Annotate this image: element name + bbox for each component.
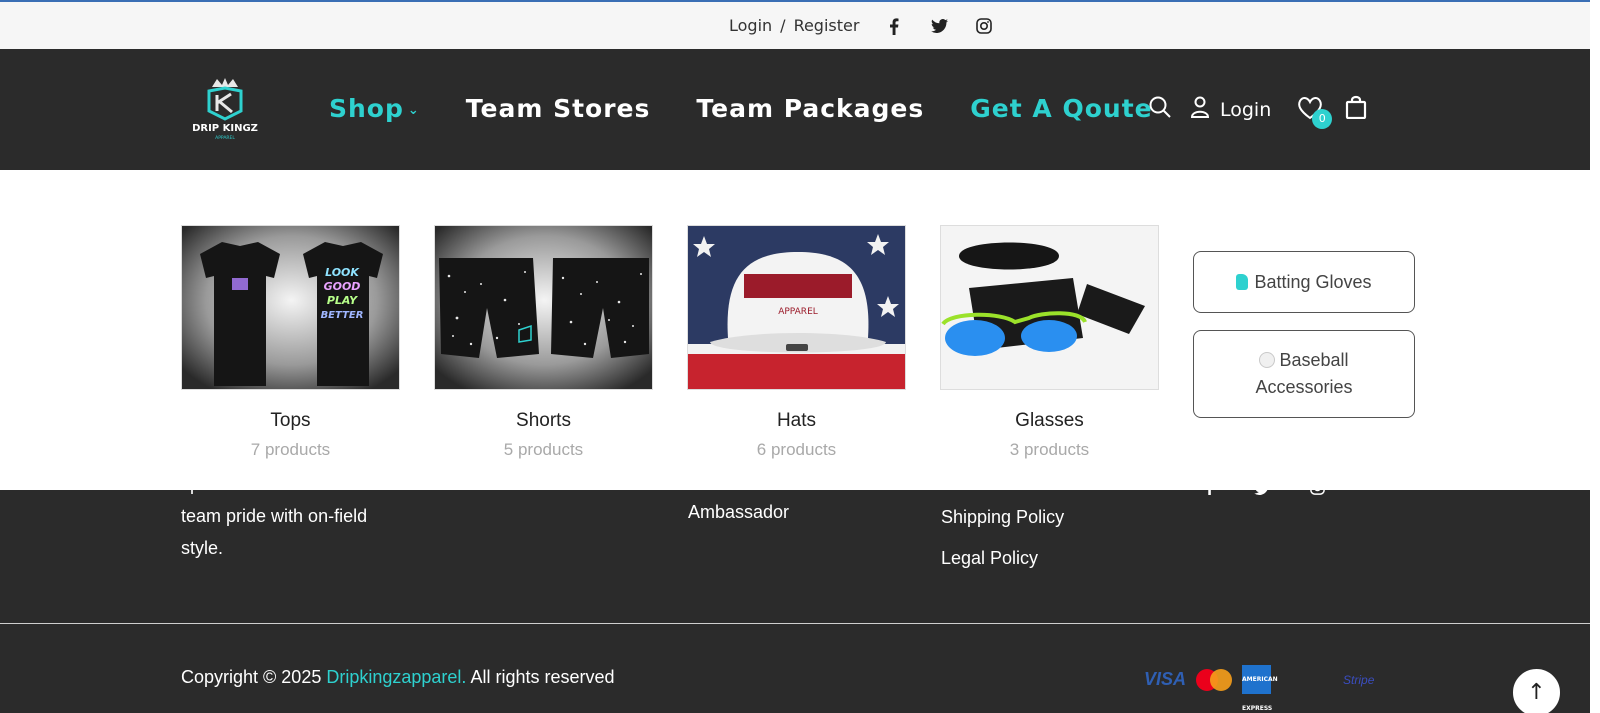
page-scrollbar[interactable] xyxy=(1590,0,1600,713)
footer-link-shipping-policy[interactable]: Shipping Policy xyxy=(941,501,1064,533)
nav-team-packages[interactable]: Team Packages xyxy=(696,94,924,123)
auth-separator: / xyxy=(780,16,786,35)
nav-shop-label: Shop xyxy=(329,94,404,123)
category-image-tops[interactable]: LOOK GOOD PLAY BETTER xyxy=(181,225,400,390)
footer-about-line: style. xyxy=(181,538,224,558)
category-card-glasses[interactable]: Glasses 3 products xyxy=(940,225,1159,460)
glove-icon xyxy=(1236,273,1249,290)
instagram-icon[interactable] xyxy=(974,16,994,36)
tshirt-print-line: BETTER xyxy=(321,310,364,321)
header-login[interactable]: Login xyxy=(1190,96,1271,123)
baseball-accessories-link[interactable]: Baseball Accessories xyxy=(1193,330,1415,418)
category-card-shorts[interactable]: Shorts 5 products xyxy=(434,225,653,460)
visa-icon: VISA xyxy=(1144,669,1187,689)
header-login-label: Login xyxy=(1220,98,1272,121)
baseball-icon xyxy=(1259,352,1276,368)
main-header: DRIP KINGZ APPAREL Shop ⌄ Team Stores Tea… xyxy=(0,49,1600,171)
batting-gloves-link[interactable]: Batting Gloves xyxy=(1193,251,1415,313)
hat-print-text: APPAREL xyxy=(778,307,818,317)
footer-divider xyxy=(0,623,1600,624)
copyright-prefix: Copyright © 2025 xyxy=(181,667,322,687)
wishlist-count-badge: 0 xyxy=(1312,108,1333,129)
facebook-icon[interactable] xyxy=(884,16,904,36)
nav-shop[interactable]: Shop ⌄ xyxy=(329,94,420,123)
category-name[interactable]: Hats xyxy=(687,410,906,432)
main-nav: Shop ⌄ Team Stores Team Packages Get A Qo… xyxy=(329,94,1153,123)
register-link[interactable]: Register xyxy=(794,16,860,35)
category-name[interactable]: Glasses xyxy=(940,410,1159,432)
footer-link-ambassador[interactable]: Ambassador xyxy=(688,496,789,528)
category-count: 7 products xyxy=(250,440,331,459)
copyright-suffix: All rights reserved xyxy=(470,667,615,687)
logo-subtext: APPAREL xyxy=(215,135,235,141)
twitter-icon[interactable] xyxy=(929,16,949,36)
tshirt-print-line: PLAY xyxy=(327,294,358,307)
tshirt-print-line: GOOD xyxy=(324,280,361,293)
copyright-brand-link[interactable]: Dripkingzapparel. xyxy=(326,667,466,687)
top-bar: Login / Register xyxy=(0,0,1600,49)
wishlist-button[interactable]: 0 xyxy=(1297,96,1333,129)
arrow-up-icon: ↑ xyxy=(1527,680,1546,705)
scroll-to-top-button[interactable]: ↑ xyxy=(1511,667,1562,713)
category-image-hats[interactable]: APPAREL xyxy=(687,225,906,390)
brand-logo[interactable]: DRIP KINGZ APPAREL xyxy=(186,77,264,147)
category-card-hats[interactable]: APPAREL Hats 6 products xyxy=(687,225,906,460)
login-link[interactable]: Login xyxy=(729,16,772,35)
stripe-icon: Stripe xyxy=(1343,672,1375,687)
user-icon xyxy=(1190,96,1210,123)
tshirt-print-line: LOOK xyxy=(325,266,360,279)
category-image-glasses[interactable] xyxy=(940,225,1159,390)
logo-text: DRIP KINGZ xyxy=(192,123,258,134)
category-image-shorts[interactable] xyxy=(434,225,653,390)
amex-icon: AMERICAN EXPRESS xyxy=(1242,665,1278,712)
category-name[interactable]: Shorts xyxy=(434,410,653,432)
category-card-tops[interactable]: LOOK GOOD PLAY BETTER Tops 7 products xyxy=(181,225,400,460)
header-actions: Login 0 xyxy=(1148,95,1367,129)
category-count: 5 products xyxy=(503,440,584,459)
footer-copyright: Copyright © 2025 Dripkingzapparel. All r… xyxy=(181,667,615,688)
category-name[interactable]: Tops xyxy=(181,410,400,432)
chevron-down-icon: ⌄ xyxy=(407,102,420,118)
search-icon[interactable] xyxy=(1148,95,1172,124)
footer-about-line: team pride with on-field xyxy=(181,506,368,526)
nav-team-stores[interactable]: Team Stores xyxy=(466,94,651,123)
shop-mega-menu: LOOK GOOD PLAY BETTER Tops 7 products Sh… xyxy=(0,170,1600,490)
auth-links: Login / Register xyxy=(729,16,859,35)
batting-gloves-label: Batting Gloves xyxy=(1254,271,1372,292)
cart-bag-icon[interactable] xyxy=(1345,95,1367,124)
footer-link-legal-policy[interactable]: Legal Policy xyxy=(941,542,1038,574)
payment-methods: VISA AMERICAN EXPRESS Stripe xyxy=(1144,665,1375,712)
category-count: 6 products xyxy=(756,440,837,459)
nav-get-quote[interactable]: Get A Qoute xyxy=(970,94,1152,123)
mastercard-icon xyxy=(1196,668,1233,691)
category-count: 3 products xyxy=(1009,440,1090,459)
top-social-links xyxy=(884,16,994,36)
